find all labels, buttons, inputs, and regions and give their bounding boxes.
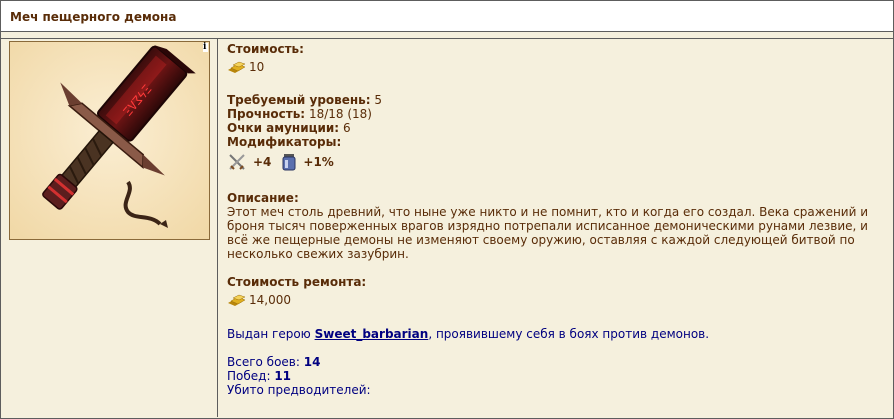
gold-icon xyxy=(228,61,246,73)
level-label: Требуемый уровень: xyxy=(227,93,371,107)
level-row: Требуемый уровень: 5 xyxy=(227,93,382,107)
description-heading: Описание: xyxy=(227,191,299,205)
durability-row: Прочность: 18/18 (18) xyxy=(227,107,372,121)
potion-jar-icon xyxy=(282,154,296,171)
modifier-attack: +4 xyxy=(227,152,271,172)
battles-value: 14 xyxy=(303,355,321,369)
demon-sword-illustration: ΞϟΣΛΞ xyxy=(10,42,209,239)
battles-row: Всего боев: 14 xyxy=(227,355,320,369)
item-body: ΞϟΣΛΞ i Стоимость: 10 Требуемый уровень:… xyxy=(1,39,893,417)
modifier-luck-value: +1% xyxy=(303,155,334,169)
repair-row: 14,000 xyxy=(227,293,291,307)
sword-image[interactable]: ΞϟΣΛΞ i xyxy=(9,41,210,240)
durability-label: Прочность: xyxy=(227,107,306,121)
info-icon[interactable]: i xyxy=(203,43,208,52)
wins-row: Побед: 11 xyxy=(227,369,291,383)
modifiers-label: Модификаторы: xyxy=(227,135,342,149)
level-value: 5 xyxy=(374,93,383,107)
durability-max: (18) xyxy=(347,107,372,121)
cost-heading: Стоимость: xyxy=(227,42,304,56)
ammo-row: Очки амуниции: 6 xyxy=(227,121,351,135)
battles-label: Всего боев: xyxy=(227,355,300,369)
item-panel: Меч пещерного демона ΞϟΣΛΞ i Стоимость: … xyxy=(0,0,894,419)
modifier-attack-value: +4 xyxy=(253,155,272,169)
separator-row xyxy=(1,32,893,39)
description-text: Этот меч столь древний, что ныне уже ник… xyxy=(227,205,869,261)
predecessors-label: Убито предводителей: xyxy=(227,383,371,397)
repair-value: 14,000 xyxy=(249,293,291,307)
cost-label: Стоимость: xyxy=(227,42,304,56)
repair-label: Стоимость ремонта: xyxy=(227,275,367,289)
wins-value: 11 xyxy=(274,369,292,383)
owner-prefix: Выдан герою xyxy=(227,327,311,341)
modifiers-list: +4 +1% xyxy=(227,151,344,173)
repair-heading: Стоимость ремонта: xyxy=(227,275,366,289)
hero-link[interactable]: Sweet_barbarian xyxy=(315,327,429,341)
durability-value: 18/18 xyxy=(308,107,344,121)
description-label: Описание: xyxy=(227,191,299,205)
cost-value: 10 xyxy=(249,60,265,74)
predecessors-row: Убито предводителей: xyxy=(227,383,371,397)
gold-icon xyxy=(228,294,246,306)
modifiers-heading: Модификаторы: xyxy=(227,135,341,149)
owner-line: Выдан герою Sweet_barbarian, проявившему… xyxy=(227,327,709,341)
owner-suffix: , проявившему себя в боях против демонов… xyxy=(428,327,710,341)
modifier-luck: +1% xyxy=(281,152,334,172)
ammo-label: Очки амуниции: xyxy=(227,121,340,135)
item-image-column: ΞϟΣΛΞ i xyxy=(1,39,218,417)
cost-row: 10 xyxy=(227,60,264,74)
item-title: Меч пещерного демона xyxy=(1,1,893,32)
crossed-swords-icon xyxy=(229,154,245,170)
ammo-value: 6 xyxy=(342,121,351,135)
wins-label: Побед: xyxy=(227,369,271,383)
